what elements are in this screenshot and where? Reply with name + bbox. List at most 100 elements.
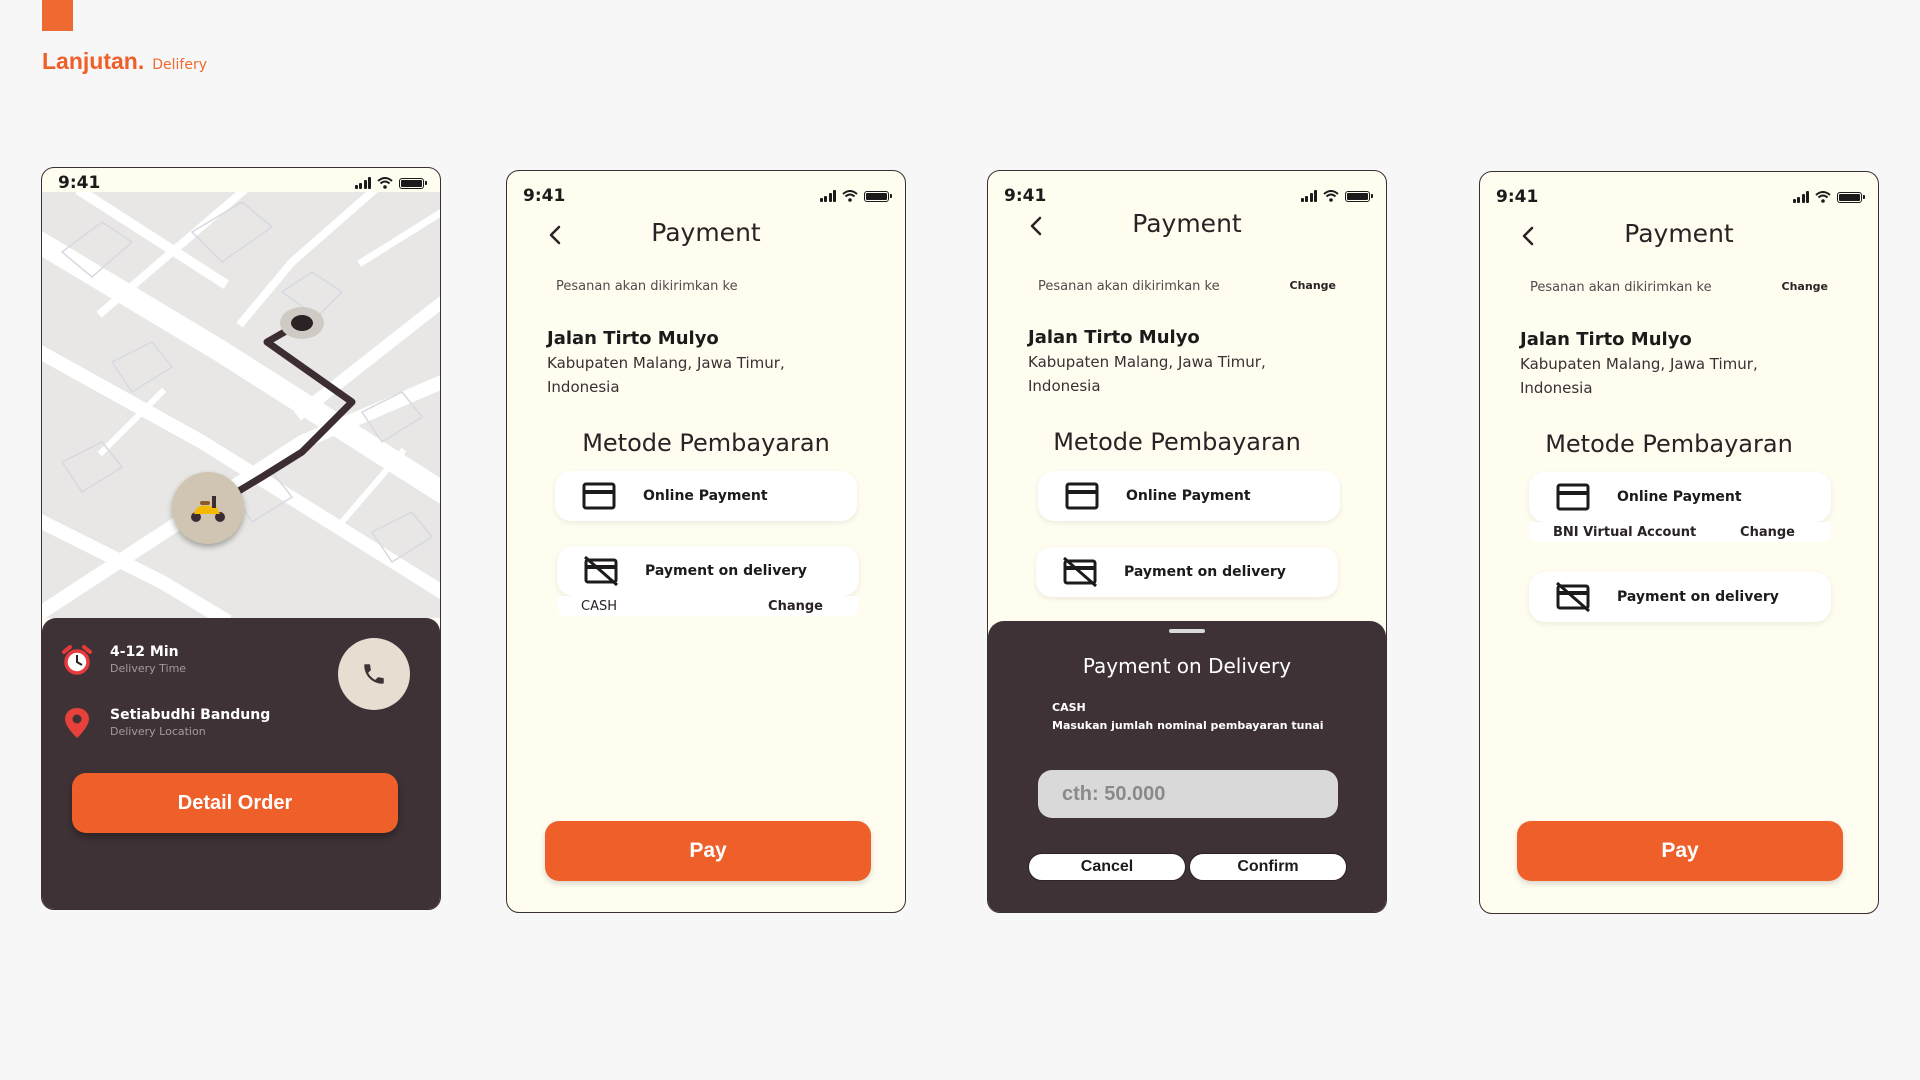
header: Payment <box>507 216 905 256</box>
pay-button[interactable]: Pay <box>1517 821 1843 881</box>
sheet-hint: Masukan jumlah nominal pembayaran tunai <box>1052 719 1324 732</box>
no-card-icon <box>1556 581 1590 613</box>
option-delivery-label: Payment on delivery <box>1617 589 1779 605</box>
address-line-1: Kabupaten Malang, Jawa Timur, <box>1520 355 1758 373</box>
brand-square <box>42 0 73 31</box>
sheet-cash-label: CASH <box>1052 701 1086 714</box>
call-button[interactable] <box>338 638 410 710</box>
wifi-icon <box>842 190 858 202</box>
payment-method-title: Metode Pembayaran <box>1053 428 1301 456</box>
address-line-2: Indonesia <box>1028 377 1101 395</box>
option-online-payment[interactable]: Online Payment <box>1529 472 1831 522</box>
status-time: 9:41 <box>1496 187 1539 207</box>
signal-icon <box>819 190 836 202</box>
delivery-time-label: Delivery Time <box>110 662 187 675</box>
signal-icon <box>354 177 371 189</box>
signal-icon <box>1792 191 1809 203</box>
back-arrow-icon[interactable] <box>1026 215 1048 237</box>
header: Payment <box>1480 217 1878 257</box>
credit-card-icon <box>1065 482 1099 510</box>
cash-label: CASH <box>581 598 617 614</box>
payment-on-delivery-sheet: Payment on Delivery CASH Masukan jumlah … <box>988 621 1386 912</box>
deliver-to-label: Pesanan akan dikirimkan ke <box>556 279 738 294</box>
sheet-title: Payment on Delivery <box>1082 654 1292 678</box>
wifi-icon <box>377 177 393 189</box>
status-time: 9:41 <box>1004 186 1047 206</box>
no-card-icon <box>1063 556 1097 588</box>
option-delivery-label: Payment on delivery <box>1124 564 1286 580</box>
address-block: Jalan Tirto Mulyo Kabupaten Malang, Jawa… <box>547 327 877 399</box>
battery-icon <box>399 177 427 189</box>
address-line-1: Kabupaten Malang, Jawa Timur, <box>1028 353 1266 371</box>
alarm-clock-icon <box>62 645 92 675</box>
battery-icon <box>1345 190 1373 202</box>
address-name: Jalan Tirto Mulyo <box>1028 327 1200 348</box>
back-arrow-icon[interactable] <box>545 224 567 246</box>
payment-method-title: Metode Pembayaran <box>1545 430 1793 458</box>
credit-card-icon <box>1556 483 1590 511</box>
option-online-label: Online Payment <box>1126 488 1251 504</box>
scooter-marker[interactable] <box>172 472 244 544</box>
wifi-icon <box>1323 190 1339 202</box>
status-time: 9:41 <box>523 186 566 206</box>
brand-header: Lanjutan. Delifery <box>42 48 207 75</box>
confirm-button[interactable]: Confirm <box>1189 853 1347 881</box>
delivery-sub-row: CASH Change <box>557 596 859 616</box>
delivery-location-label: Delivery Location <box>110 725 206 738</box>
phone-payment-sheet: 9:41 Payment Pesanan akan dikirimkan ke … <box>987 170 1387 913</box>
sheet-handle[interactable] <box>1169 629 1205 633</box>
phone-icon <box>364 664 384 684</box>
address-block: Jalan Tirto Mulyo Kabupaten Malang, Jawa… <box>1028 326 1358 398</box>
scooter-icon <box>191 496 225 522</box>
wifi-icon <box>1815 191 1831 203</box>
brand-title: Lanjutan. <box>42 48 145 74</box>
change-address-link[interactable]: Change <box>1782 280 1829 293</box>
map-roads <box>42 192 440 618</box>
address-line-2: Indonesia <box>1520 379 1593 397</box>
delivery-time-row: 4-12 Min Delivery Time <box>60 643 186 677</box>
option-online-label: Online Payment <box>1617 489 1742 505</box>
change-link[interactable]: Change <box>768 599 823 614</box>
phone-tracking: 9:41 4-12 Min Delivery Time Setiabudhi B… <box>41 167 441 910</box>
status-time: 9:41 <box>58 173 101 193</box>
address-line-2: Indonesia <box>547 378 620 396</box>
option-online-payment[interactable]: Online Payment <box>1038 471 1340 521</box>
bni-virtual-account-label: BNI Virtual Account <box>1553 524 1697 540</box>
option-online-label: Online Payment <box>643 488 768 504</box>
delivery-location-value: Setiabudhi Bandung <box>110 707 271 723</box>
status-bar: 9:41 <box>507 181 905 211</box>
delivery-time-value: 4-12 Min <box>110 644 179 660</box>
cash-amount-input[interactable] <box>1038 770 1338 818</box>
battery-icon <box>864 190 892 202</box>
battery-icon <box>1837 191 1865 203</box>
address-name: Jalan Tirto Mulyo <box>1520 329 1692 350</box>
address-block: Jalan Tirto Mulyo Kabupaten Malang, Jawa… <box>1520 328 1850 400</box>
signal-icon <box>1300 190 1317 202</box>
option-delivery-label: Payment on delivery <box>645 563 807 579</box>
delivery-location-row: Setiabudhi Bandung Delivery Location <box>60 706 270 740</box>
credit-card-icon <box>582 482 616 510</box>
location-pin-icon <box>65 708 89 738</box>
phone-payment-online: 9:41 Payment Pesanan akan dikirimkan ke … <box>1479 171 1879 914</box>
option-payment-on-delivery[interactable]: Payment on delivery <box>557 546 859 596</box>
change-link[interactable]: Change <box>1740 525 1795 540</box>
phone-payment-cod: 9:41 Payment Pesanan akan dikirimkan ke … <box>506 170 906 913</box>
detail-order-button[interactable]: Detail Order <box>72 773 398 833</box>
pay-button[interactable]: Pay <box>545 821 871 881</box>
header: Payment <box>988 207 1386 247</box>
online-sub-row: BNI Virtual Account Change <box>1529 522 1831 542</box>
change-address-link[interactable]: Change <box>1290 279 1337 292</box>
cancel-button[interactable]: Cancel <box>1028 853 1186 881</box>
back-arrow-icon[interactable] <box>1518 225 1540 247</box>
payment-method-title: Metode Pembayaran <box>582 429 830 457</box>
option-payment-on-delivery[interactable]: Payment on delivery <box>1036 547 1338 597</box>
map-view[interactable] <box>42 192 440 618</box>
status-bar: 9:41 <box>42 168 440 198</box>
option-online-payment[interactable]: Online Payment <box>555 471 857 521</box>
address-line-1: Kabupaten Malang, Jawa Timur, <box>547 354 785 372</box>
option-payment-on-delivery[interactable]: Payment on delivery <box>1529 572 1831 622</box>
status-bar: 9:41 <box>1480 182 1878 212</box>
address-name: Jalan Tirto Mulyo <box>547 328 719 349</box>
brand-subtitle: Delifery <box>152 57 207 73</box>
delivery-info-panel: 4-12 Min Delivery Time Setiabudhi Bandun… <box>42 618 440 909</box>
